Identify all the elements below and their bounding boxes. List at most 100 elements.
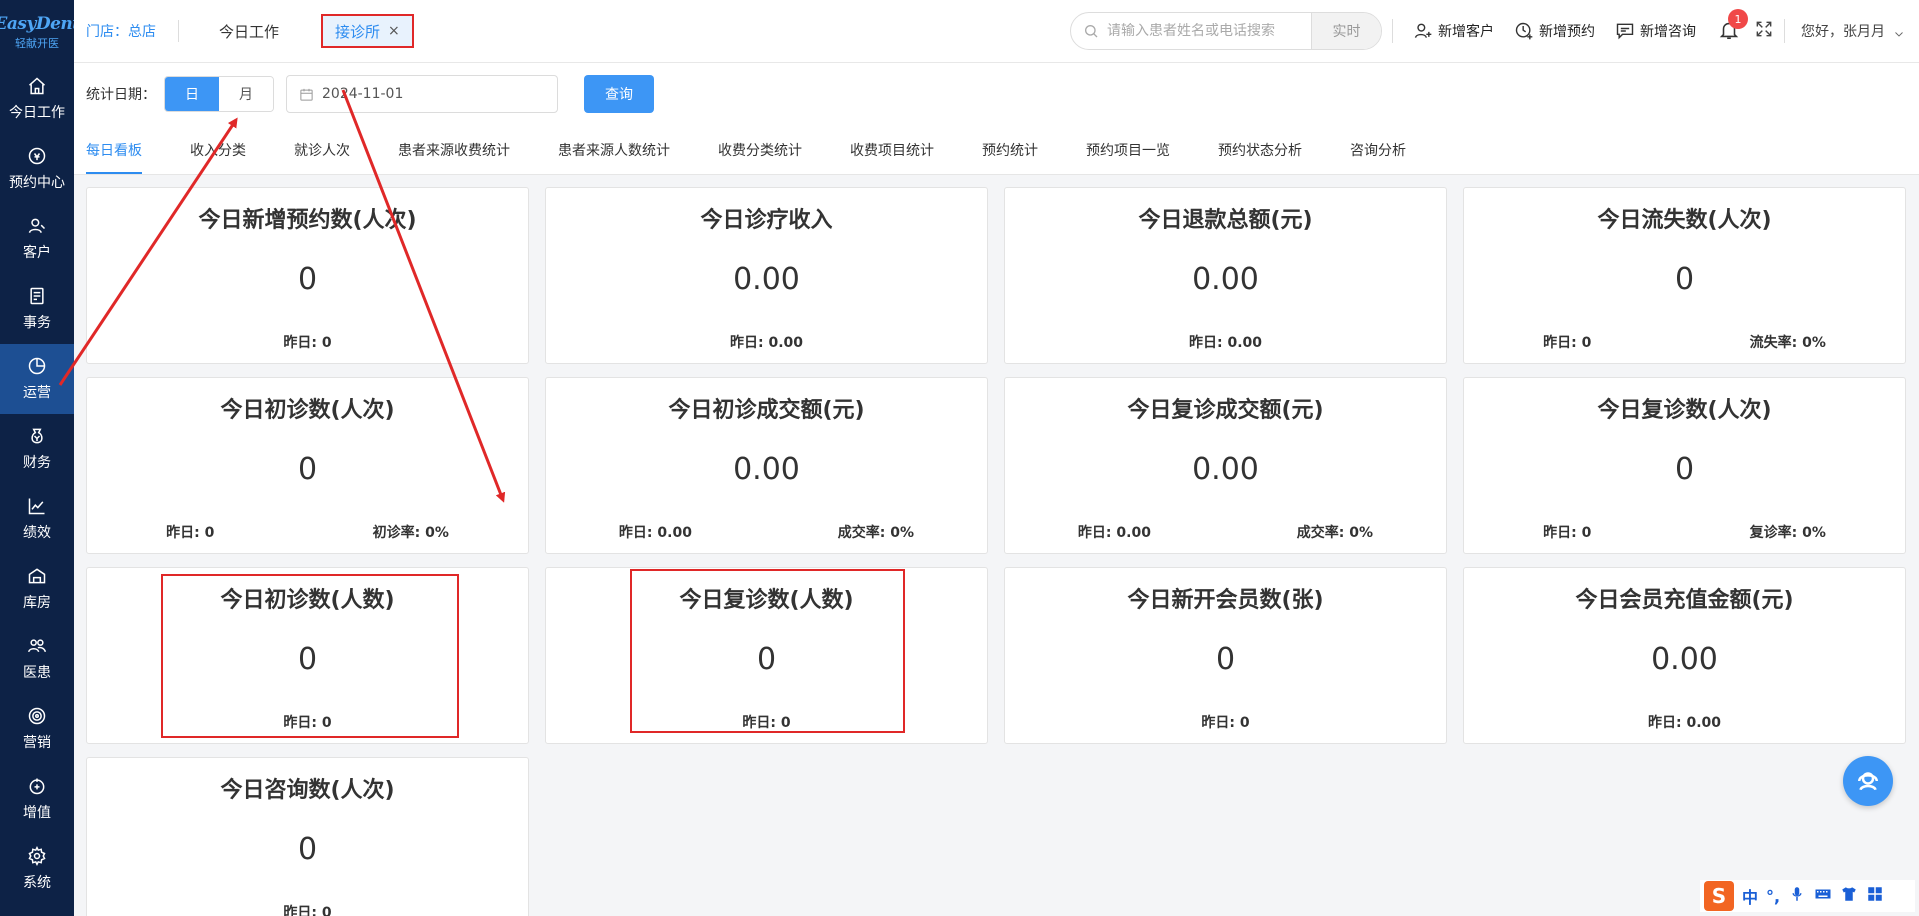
- tab-charge-item-stats[interactable]: 收费项目统计: [826, 125, 958, 174]
- chevron-down-icon[interactable]: [1893, 25, 1905, 37]
- stat-date-label: 统计日期：: [86, 87, 156, 103]
- tab-income-category[interactable]: 收入分类: [166, 125, 270, 174]
- keyboard-icon[interactable]: [1814, 885, 1832, 907]
- card-yesterday: 昨日: 0.00: [1647, 715, 1721, 731]
- add-customer-button[interactable]: 新增客户: [1413, 21, 1494, 41]
- tab-daily-dashboard[interactable]: 每日看板: [74, 125, 166, 174]
- card-title: 今日复诊数(人数): [679, 588, 854, 613]
- logo-subtitle: 轻献开医: [15, 36, 59, 50]
- calendar-icon: [300, 88, 313, 101]
- doctor-patient-icon: [27, 636, 47, 656]
- action-label: 新增咨询: [1640, 24, 1696, 40]
- home-icon: [27, 76, 47, 96]
- tab-charge-category-stats[interactable]: 收费分类统计: [694, 125, 826, 174]
- stat-card: 今日复诊数(人数) 0 昨日: 0: [545, 567, 988, 744]
- sidebar-item-affairs[interactable]: 事务: [0, 274, 74, 344]
- tab-appointment-status[interactable]: 预约状态分析: [1194, 125, 1326, 174]
- headset-icon: [1858, 772, 1878, 791]
- card-title: 今日诊疗收入: [700, 208, 833, 233]
- granularity-month-button[interactable]: 月: [219, 77, 273, 111]
- card-value: 0.00: [733, 262, 800, 297]
- grid-icon[interactable]: [1866, 885, 1884, 907]
- ime-punctuation[interactable]: °,: [1766, 887, 1780, 906]
- add-user-icon: [1414, 23, 1432, 38]
- sidebar-item-doctor-patient[interactable]: 医患: [0, 624, 74, 694]
- logo[interactable]: EasyDent 轻献开医: [0, 0, 80, 64]
- card-title: 今日新增预约数(人次): [198, 208, 417, 233]
- tab-reception[interactable]: 接诊所 ×: [321, 14, 414, 48]
- sidebar-item-finance[interactable]: 财务: [0, 414, 74, 484]
- ime-logo[interactable]: S: [1704, 881, 1734, 911]
- store-selector[interactable]: 门店：总店: [86, 21, 156, 41]
- stat-card: 今日复诊数(人次) 0 昨日: 0 复诊率: 0%: [1463, 377, 1906, 554]
- tab-source-charge-stats[interactable]: 患者来源收费统计: [374, 125, 534, 174]
- target-icon: [27, 706, 47, 726]
- search-realtime-button[interactable]: 实时: [1311, 13, 1381, 49]
- tab-appointment-items[interactable]: 预约项目一览: [1062, 125, 1194, 174]
- money-bag-icon: [27, 426, 47, 446]
- sidebar-item-customer[interactable]: 客户: [0, 204, 74, 274]
- sidebar-item-today-work[interactable]: 今日工作: [0, 64, 74, 134]
- sidebar-item-label: 增值: [23, 805, 51, 821]
- sidebar-item-warehouse[interactable]: 库房: [0, 554, 74, 624]
- card-value: 0: [1215, 642, 1236, 677]
- sidebar-item-label: 库房: [23, 595, 51, 611]
- card-rate: 初诊率: 0%: [372, 525, 449, 541]
- stat-card: 今日新增预约数(人次) 0 昨日: 0: [86, 187, 529, 364]
- card-yesterday: 昨日: 0.00: [1188, 335, 1262, 351]
- stat-card: 今日会员充值金额(元) 0.00 昨日: 0.00: [1463, 567, 1906, 744]
- card-yesterday: 昨日: 0.00: [1077, 525, 1151, 541]
- sidebar-item-marketing[interactable]: 营销: [0, 694, 74, 764]
- sidebar-item-value-added[interactable]: 增值: [0, 764, 74, 834]
- card-yesterday: 昨日: 0: [283, 335, 332, 351]
- sidebar-item-label: 绩效: [23, 525, 51, 541]
- tab-today-work[interactable]: 今日工作: [205, 21, 293, 42]
- sidebar-item-label: 财务: [23, 455, 51, 471]
- calendar-circle-icon: [27, 146, 47, 166]
- search-input[interactable]: [1099, 23, 1311, 39]
- tab-source-people-stats[interactable]: 患者来源人数统计: [534, 125, 694, 174]
- sidebar: EasyDent 轻献开医 今日工作 预约中心 客户 事务 运营 财务 绩效 库…: [0, 0, 80, 916]
- add-consultation-button[interactable]: 新增咨询: [1615, 21, 1696, 41]
- ime-toolbar: S 中 °,: [1700, 880, 1915, 912]
- gear-icon: [27, 845, 47, 867]
- ime-language[interactable]: 中: [1742, 884, 1758, 908]
- sidebar-item-system[interactable]: 系统: [0, 834, 74, 904]
- query-button[interactable]: 查询: [584, 75, 654, 113]
- tab-visit-count[interactable]: 就诊人次: [270, 125, 374, 174]
- granularity-day-button[interactable]: 日: [165, 77, 219, 111]
- sidebar-item-performance[interactable]: 绩效: [0, 484, 74, 554]
- fullscreen-icon[interactable]: [1754, 19, 1774, 43]
- card-value: 0.00: [1192, 452, 1259, 487]
- close-icon[interactable]: ×: [388, 23, 400, 39]
- sidebar-item-appointment-center[interactable]: 预约中心: [0, 134, 74, 204]
- action-label: 新增客户: [1438, 24, 1494, 40]
- card-yesterday: 昨日: 0: [166, 525, 215, 541]
- date-picker[interactable]: 2024-11-01: [286, 75, 558, 113]
- card-yesterday: 昨日: 0: [1543, 525, 1592, 541]
- card-rate: 成交率: 0%: [837, 525, 915, 541]
- customer-service-button[interactable]: [1843, 756, 1893, 806]
- tab-consultation-analysis[interactable]: 咨询分析: [1326, 125, 1430, 174]
- skin-icon[interactable]: [1840, 885, 1858, 907]
- dashboard-cards: 今日新增预约数(人次) 0 昨日: 0 今日诊疗收入 0.00 昨日: 0.00…: [86, 187, 1908, 916]
- line-chart-icon: [27, 496, 47, 516]
- add-appointment-button[interactable]: 新增预约: [1514, 21, 1595, 41]
- card-rate: 成交率: 0%: [1296, 525, 1374, 541]
- stat-card: 今日复诊成交额(元) 0.00 昨日: 0.00 成交率: 0%: [1004, 377, 1447, 554]
- tab-appointment-stats[interactable]: 预约统计: [958, 125, 1062, 174]
- card-rate: 流失率: 0%: [1749, 335, 1826, 351]
- card-title: 今日流失数(人次): [1597, 208, 1772, 233]
- card-value: 0.00: [1651, 642, 1718, 677]
- card-value: 0: [1674, 262, 1695, 297]
- card-title: 今日初诊数(人次): [220, 398, 395, 423]
- stat-card: 今日流失数(人次) 0 昨日: 0 流失率: 0%: [1463, 187, 1906, 364]
- chat-icon: [1616, 23, 1634, 40]
- divider: [178, 20, 179, 42]
- stat-card: 今日新开会员数(张) 0 昨日: 0: [1004, 567, 1447, 744]
- sidebar-item-operations[interactable]: 运营: [0, 344, 74, 414]
- microphone-icon[interactable]: [1788, 885, 1806, 907]
- stat-card: 今日初诊成交额(元) 0.00 昨日: 0.00 成交率: 0%: [545, 377, 988, 554]
- notification-button[interactable]: 1: [1718, 9, 1748, 43]
- user-greeting[interactable]: 您好，张月月: [1801, 21, 1885, 41]
